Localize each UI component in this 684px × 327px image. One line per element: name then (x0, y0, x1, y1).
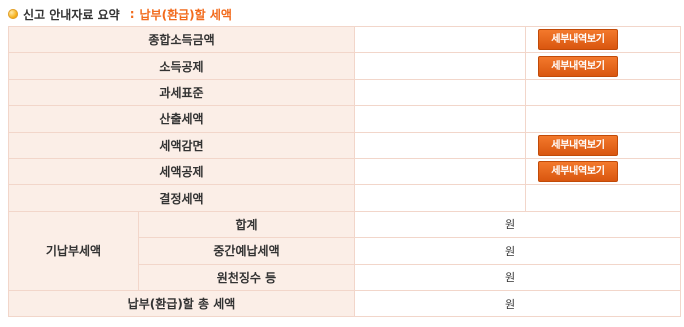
section-title-text: 신고 안내자료 요약 (23, 7, 120, 22)
prepaid-tax-group-label: 기납부세액 (8, 210, 139, 291)
total-tax-value: 원 (354, 289, 681, 318)
detail-button-tax-reduction[interactable]: 세부내역보기 (538, 134, 618, 156)
table-row: 세액감면 세부내역보기 (8, 131, 681, 159)
interim-prepayment-label: 중간예납세액 (138, 237, 355, 265)
row-action-cell: 세부내역보기 (525, 52, 681, 80)
row-action-cell (525, 184, 681, 212)
row-action-cell (525, 78, 681, 107)
row-label-calculated-tax: 산출세액 (8, 105, 355, 133)
table-row: 세액공제 세부내역보기 (8, 157, 681, 186)
won-unit: 원 (505, 297, 516, 311)
row-action-cell: 세부내역보기 (525, 131, 681, 159)
table-row: 기납부세액 합계 원 (8, 210, 681, 291)
detail-button-tax-credit[interactable]: 세부내역보기 (538, 161, 618, 183)
row-label-total-income: 종합소득금액 (8, 25, 355, 54)
section-title: 신고 안내자료 요약 : 납부(환급)할 세액 (8, 4, 232, 24)
row-label-income-deduction: 소득공제 (8, 52, 355, 80)
row-label-determined-tax: 결정세액 (8, 184, 355, 212)
table-row: 결정세액 (8, 184, 681, 212)
row-label-tax-base: 과세표준 (8, 78, 355, 107)
withholding-value: 원 (354, 263, 681, 291)
prepaid-sum-value: 원 (354, 210, 681, 239)
row-label-tax-credit: 세액공제 (8, 157, 355, 186)
table-row: 납부(환급)할 총 세액 원 (8, 289, 681, 318)
won-unit: 원 (505, 244, 516, 258)
row-action-cell: 세부내역보기 (525, 157, 681, 186)
table-row: 종합소득금액 세부내역보기 (8, 25, 681, 54)
row-action-cell (525, 105, 681, 133)
row-value-tax-base (354, 78, 526, 107)
table-row: 과세표준 (8, 78, 681, 107)
total-tax-label: 납부(환급)할 총 세액 (8, 289, 355, 318)
interim-prepayment-value: 원 (354, 237, 681, 265)
row-value-total-income (354, 25, 526, 54)
detail-button-income-deduction[interactable]: 세부내역보기 (538, 55, 618, 77)
row-value-calculated-tax (354, 105, 526, 133)
withholding-label: 원천징수 등 (138, 263, 355, 291)
row-action-cell: 세부내역보기 (525, 25, 681, 54)
table-row: 소득공제 세부내역보기 (8, 52, 681, 80)
row-value-tax-credit (354, 157, 526, 186)
section-subtitle: 납부(환급)할 세액 (139, 7, 232, 22)
row-value-determined-tax (354, 184, 526, 212)
row-label-tax-reduction: 세액감면 (8, 131, 355, 159)
prepaid-sum-label: 합계 (138, 210, 355, 239)
title-separator: : (129, 7, 135, 21)
detail-button-total-income[interactable]: 세부내역보기 (538, 29, 618, 51)
won-unit: 원 (505, 218, 516, 232)
tax-summary-table: 종합소득금액 세부내역보기 소득공제 세부내역보기 과세표준 산출세액 세액감면 (8, 25, 681, 318)
won-unit: 원 (505, 271, 516, 285)
row-value-income-deduction (354, 52, 526, 80)
table-row: 산출세액 (8, 105, 681, 133)
row-value-tax-reduction (354, 131, 526, 159)
bullet-icon (8, 9, 18, 19)
